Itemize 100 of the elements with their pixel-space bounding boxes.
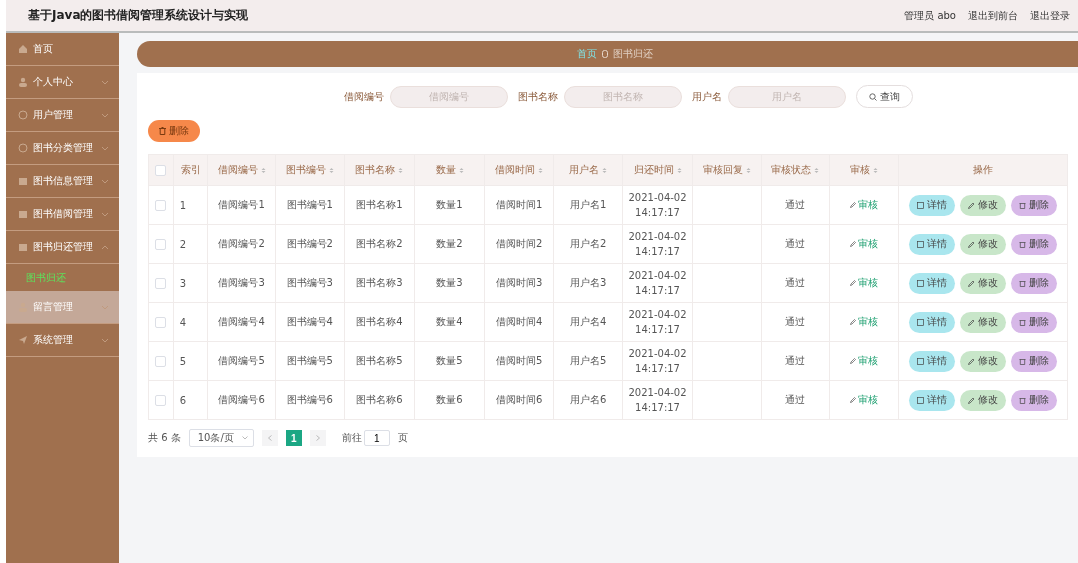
table-cell-text: 2021-04-02 14:17:17: [627, 230, 688, 259]
sort-icon[interactable]: [328, 166, 334, 174]
sort-icon[interactable]: [458, 166, 464, 174]
sort-icon[interactable]: [745, 166, 751, 174]
table-cell: 5: [179, 355, 187, 367]
sort-icon[interactable]: [814, 166, 820, 174]
action-button[interactable]: 修改: [960, 233, 1006, 255]
table-cell: 图书编号2: [286, 238, 333, 249]
trash-icon: [1019, 240, 1026, 248]
table-cell: 通过: [785, 394, 806, 405]
pencil-icon: [850, 358, 857, 364]
review-link[interactable]: 审核: [850, 237, 879, 251]
pencil-icon: [968, 201, 975, 209]
action-button[interactable]: 修改: [960, 350, 1006, 372]
action-button[interactable]: 修改: [960, 194, 1006, 216]
search-button[interactable]: 查询: [855, 85, 913, 108]
field-label: 图书名称: [517, 89, 558, 104]
next-page-button[interactable]: [309, 430, 326, 446]
table-cell: 借阅时间3: [495, 277, 543, 288]
review-link[interactable]: 审核: [850, 276, 879, 290]
table-cell-text: 2021-04-02 14:17:17: [627, 386, 688, 415]
table-cell: 图书名称4: [356, 316, 403, 327]
action-button[interactable]: 详情: [909, 350, 955, 372]
table-cell: 图书名称3: [356, 277, 403, 288]
header-link[interactable]: 退出登录: [1030, 8, 1070, 23]
action-button[interactable]: 详情: [909, 194, 955, 216]
table-cell: 图书编号4: [286, 316, 333, 327]
table-cell: 图书编号3: [286, 277, 333, 288]
menu-icon: [18, 209, 28, 219]
trash-icon: [1019, 201, 1026, 209]
table-cell: 用户名1: [570, 199, 607, 210]
table-cell: 用户名4: [570, 316, 607, 327]
table-cell: 数量1: [436, 199, 463, 210]
action-button[interactable]: 删除: [1011, 272, 1057, 294]
review-link[interactable]: 审核: [850, 315, 879, 329]
sort-icon[interactable]: [602, 166, 608, 174]
trash-icon: [1019, 357, 1026, 365]
checkbox[interactable]: [155, 355, 167, 367]
table-cell: 1: [179, 199, 187, 211]
table-cell: 通过: [785, 316, 806, 327]
action-button[interactable]: 删除: [1011, 389, 1057, 411]
action-button[interactable]: 删除: [1011, 350, 1057, 372]
action-button[interactable]: 详情: [909, 311, 955, 333]
action-button[interactable]: 删除: [1011, 233, 1057, 255]
checkbox[interactable]: [155, 164, 167, 176]
prev-page-button[interactable]: [261, 430, 278, 446]
chevron-icon: [101, 145, 109, 151]
table-cell: 用户名3: [570, 277, 607, 288]
page-size-select[interactable]: 10条/页: [188, 429, 254, 447]
action-button[interactable]: 修改: [960, 389, 1006, 411]
delete-button[interactable]: 删除: [148, 120, 200, 142]
column-header: 审核: [829, 154, 899, 186]
table-cell: 借阅时间2: [495, 238, 543, 249]
sort-icon[interactable]: [398, 166, 404, 174]
review-link[interactable]: 审核: [850, 393, 879, 407]
column-header: 图书名称: [344, 154, 415, 186]
table-cell: 用户名2: [570, 238, 607, 249]
document-icon: [917, 396, 924, 404]
action-button[interactable]: 详情: [909, 233, 955, 255]
breadcrumb-link[interactable]: 首页: [577, 47, 597, 61]
table-cell: 3: [179, 277, 187, 289]
table-cell: 图书名称1: [356, 199, 403, 210]
action-button[interactable]: 详情: [909, 389, 955, 411]
document-icon: [917, 357, 924, 365]
column-header: 索引: [173, 154, 208, 186]
pencil-icon: [850, 319, 857, 325]
checkbox[interactable]: [155, 199, 167, 211]
trash-icon: [159, 127, 166, 135]
chevron-icon: [101, 112, 109, 118]
checkbox[interactable]: [155, 394, 167, 406]
action-button[interactable]: 删除: [1011, 311, 1057, 333]
document-icon: [917, 201, 924, 209]
table-cell: 通过: [785, 238, 806, 249]
table-cell-text: 2021-04-02 14:17:17: [627, 347, 688, 376]
action-button[interactable]: 修改: [960, 272, 1006, 294]
pencil-icon: [968, 240, 975, 248]
sort-icon[interactable]: [873, 166, 879, 174]
review-link[interactable]: 审核: [850, 354, 879, 368]
menu-icon: [18, 335, 28, 345]
header-link[interactable]: 退出到前台: [968, 8, 1018, 23]
checkbox[interactable]: [155, 277, 167, 289]
goto-label: 前往: [341, 431, 362, 445]
action-button[interactable]: 修改: [960, 311, 1006, 333]
page-input[interactable]: 1: [363, 430, 390, 446]
table-cell: 通过: [785, 355, 806, 366]
sort-icon[interactable]: [676, 166, 682, 174]
sort-icon[interactable]: [260, 166, 266, 174]
sort-icon[interactable]: [538, 166, 544, 174]
menu-icon: [18, 44, 28, 54]
checkbox[interactable]: [155, 316, 167, 328]
pencil-icon: [968, 279, 975, 287]
review-link[interactable]: 审核: [850, 198, 879, 212]
table-cell: 借阅编号4: [218, 316, 265, 327]
action-button[interactable]: 删除: [1011, 194, 1057, 216]
table-cell: 数量3: [436, 277, 463, 288]
checkbox[interactable]: [155, 238, 167, 250]
action-button[interactable]: 详情: [909, 272, 955, 294]
pencil-icon: [968, 357, 975, 365]
table-cell: 数量2: [436, 238, 463, 249]
field-label: 借阅编号: [343, 89, 384, 104]
